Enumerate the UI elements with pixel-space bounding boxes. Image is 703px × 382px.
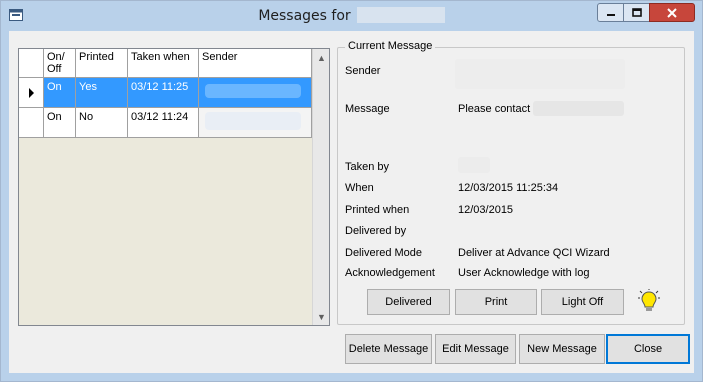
maximize-icon bbox=[631, 7, 642, 17]
cell-on-off[interactable]: On bbox=[44, 108, 76, 138]
acknowledgement-label: Acknowledgement bbox=[345, 267, 435, 279]
messages-window: Messages for On/ Off Printed Taken when … bbox=[0, 0, 703, 382]
redacted-message-text bbox=[533, 101, 624, 116]
redacted-taken-by bbox=[458, 157, 490, 173]
when-value: 12/03/2015 11:25:34 bbox=[458, 182, 559, 194]
minimize-icon bbox=[606, 13, 615, 16]
scroll-down-icon[interactable]: ▼ bbox=[313, 308, 329, 325]
delivered-button[interactable]: Delivered bbox=[367, 289, 450, 315]
delete-message-button[interactable]: Delete Message bbox=[345, 334, 432, 364]
printed-when-value: 12/03/2015 bbox=[458, 204, 514, 216]
delivered-mode-label: Delivered Mode bbox=[345, 247, 423, 259]
scroll-up-icon[interactable]: ▲ bbox=[313, 49, 329, 66]
close-window-button[interactable] bbox=[649, 3, 695, 22]
messages-grid[interactable]: On/ Off Printed Taken when Sender On Yes… bbox=[18, 48, 330, 326]
when-label: When bbox=[345, 182, 374, 194]
close-button[interactable]: Close bbox=[606, 334, 690, 364]
taken-by-label: Taken by bbox=[345, 161, 390, 173]
minimize-button[interactable] bbox=[597, 3, 624, 22]
column-header-on-off[interactable]: On/ Off bbox=[44, 49, 76, 78]
redacted-sender bbox=[205, 84, 301, 98]
maximize-button[interactable] bbox=[623, 3, 650, 22]
row-header-selected[interactable] bbox=[19, 78, 44, 108]
redacted-sender bbox=[205, 112, 301, 130]
cell-printed[interactable]: Yes bbox=[76, 78, 128, 108]
cell-taken-when[interactable]: 03/12 11:24 bbox=[128, 108, 199, 138]
current-message-legend: Current Message bbox=[345, 40, 436, 52]
printed-when-label: Printed when bbox=[345, 204, 410, 216]
delivered-mode-value: Deliver at Advance QCI Wizard bbox=[458, 247, 610, 259]
message-value: Please contact bbox=[458, 103, 531, 115]
redacted-name bbox=[356, 7, 445, 23]
client-area: On/ Off Printed Taken when Sender On Yes… bbox=[9, 31, 694, 373]
cell-sender[interactable] bbox=[199, 108, 312, 138]
current-row-arrow-icon bbox=[29, 88, 34, 98]
close-icon bbox=[667, 7, 677, 18]
light-off-button[interactable]: Light Off bbox=[541, 289, 624, 315]
acknowledgement-value: User Acknowledge with log bbox=[458, 267, 590, 279]
cell-sender[interactable] bbox=[199, 78, 312, 108]
redacted-sender-value bbox=[455, 59, 625, 89]
light-bulb-icon bbox=[638, 289, 660, 311]
column-header-printed[interactable]: Printed bbox=[76, 49, 128, 78]
row-header[interactable] bbox=[19, 108, 44, 138]
edit-message-button[interactable]: Edit Message bbox=[435, 334, 516, 364]
message-label: Message bbox=[345, 103, 390, 115]
cell-on-off[interactable]: On bbox=[44, 78, 76, 108]
cell-taken-when[interactable]: 03/12 11:25 bbox=[128, 78, 199, 108]
print-button[interactable]: Print bbox=[455, 289, 537, 315]
column-header-sender[interactable]: Sender bbox=[199, 49, 312, 78]
new-message-button[interactable]: New Message bbox=[519, 334, 605, 364]
window-title-text: Messages for bbox=[258, 8, 351, 24]
cell-printed[interactable]: No bbox=[76, 108, 128, 138]
column-header-taken-when[interactable]: Taken when bbox=[128, 49, 199, 78]
delivered-by-label: Delivered by bbox=[345, 225, 407, 237]
sender-label: Sender bbox=[345, 65, 381, 77]
grid-vertical-scrollbar[interactable]: ▲ ▼ bbox=[312, 49, 329, 325]
title-bar[interactable]: Messages for bbox=[1, 1, 702, 31]
grid-corner-header bbox=[19, 49, 44, 78]
